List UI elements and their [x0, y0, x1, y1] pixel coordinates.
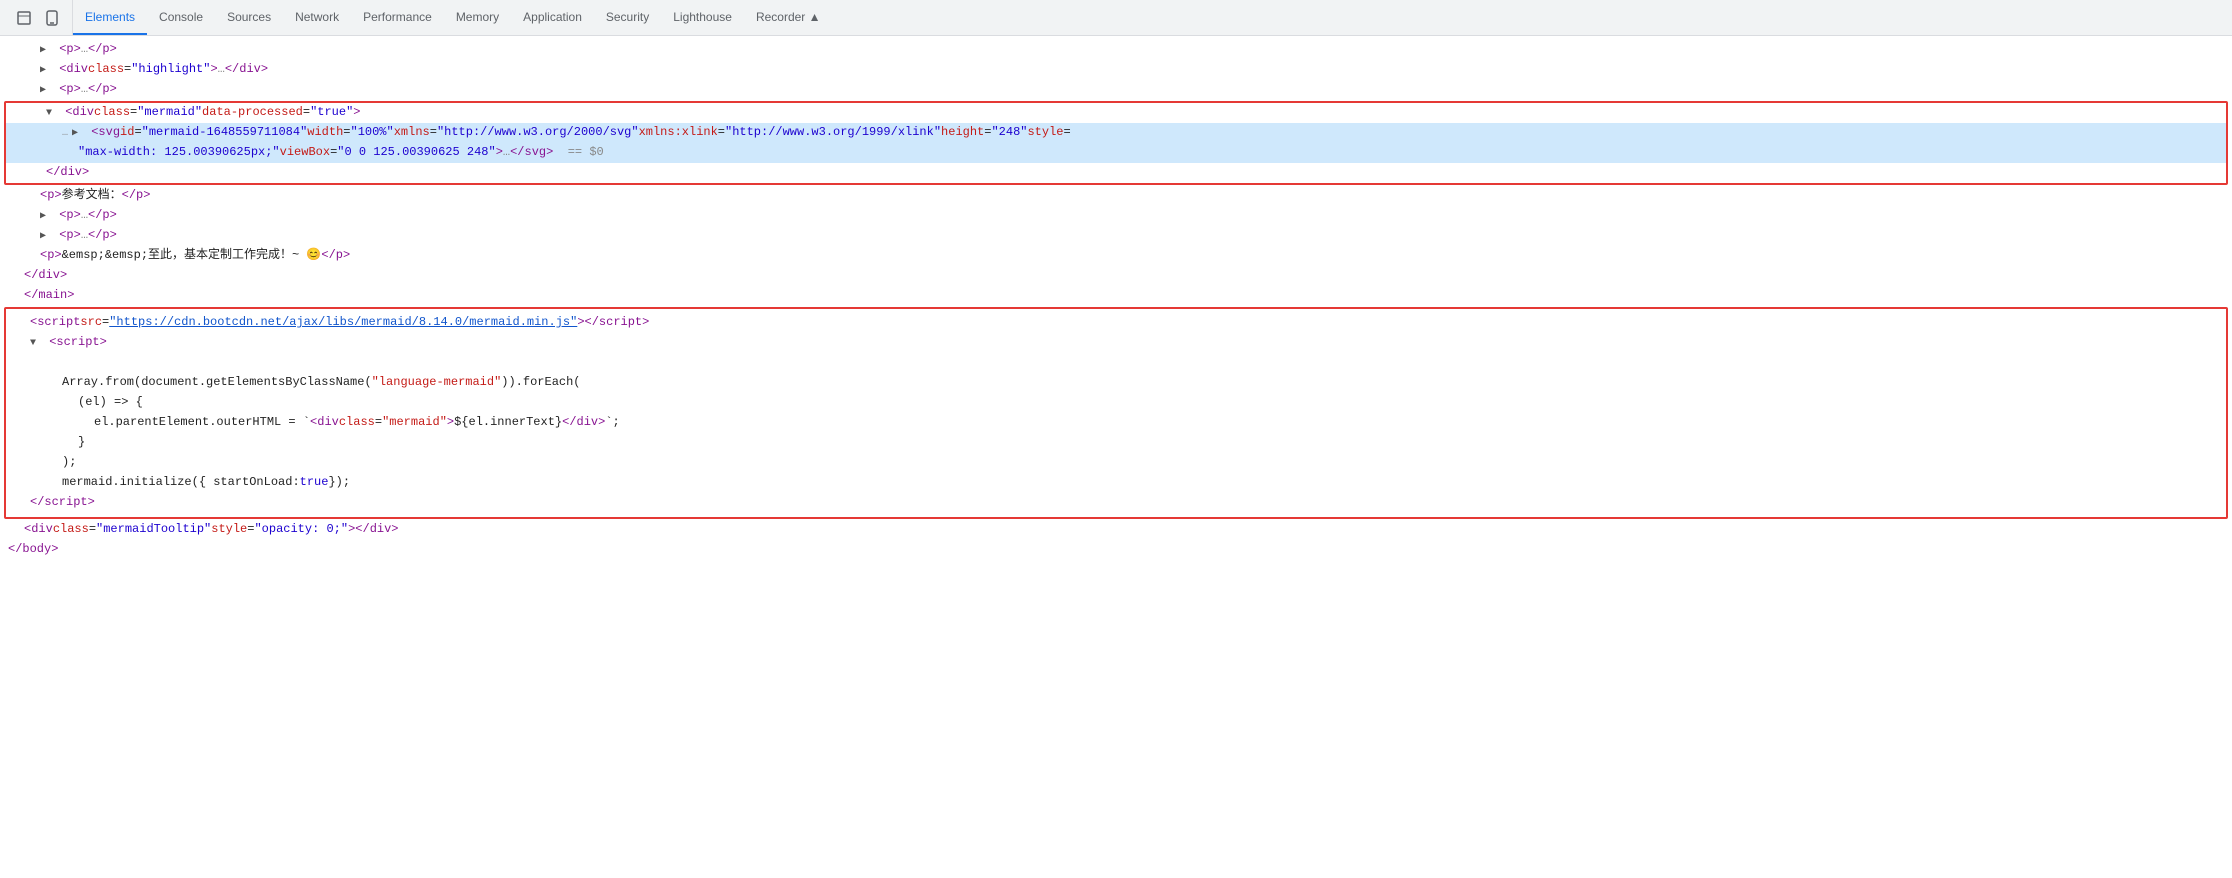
dom-line-emsp: <p>&emsp;&emsp;至此，基本定制工作完成！~ 😊</p>: [0, 246, 2232, 266]
dom-line-mermaid-close: </div>: [6, 163, 2226, 183]
expand-arrow[interactable]: [30, 336, 42, 352]
expand-arrow[interactable]: [40, 63, 52, 79]
dom-line-code2: (el) => {: [6, 393, 2226, 413]
tab-memory[interactable]: Memory: [444, 0, 511, 35]
tab-security[interactable]: Security: [594, 0, 661, 35]
dom-line-svg-cont: "max-width: 125.00390625px;" viewBox="0 …: [6, 143, 2226, 163]
dom-line-script-src: <script src="https://cdn.bootcdn.net/aja…: [6, 313, 2226, 333]
dom-line: <p>…</p>: [0, 40, 2232, 60]
expand-arrow[interactable]: [40, 229, 52, 245]
expand-arrow[interactable]: [72, 126, 84, 142]
red-box-mermaid: <div class="mermaid" data-processed="tru…: [4, 101, 2228, 185]
select-element-icon[interactable]: [12, 6, 36, 30]
dom-line: <div class="highlight">…</div>: [0, 60, 2232, 80]
tab-list: Elements Console Sources Network Perform…: [73, 0, 833, 35]
dom-line-code3: el.parentElement.outerHTML = `<div class…: [6, 413, 2226, 433]
dom-line-tooltip: <div class="mermaidTooltip" style="opaci…: [0, 520, 2232, 540]
devtools-tab-bar: Elements Console Sources Network Perform…: [0, 0, 2232, 36]
toolbar-icons: [4, 0, 73, 35]
dom-line-script-close: </script>: [6, 493, 2226, 513]
expand-arrow[interactable]: [40, 83, 52, 99]
dom-line-empty: [6, 353, 2226, 373]
dom-line-code1: Array.from(document.getElementsByClassNa…: [6, 373, 2226, 393]
tab-lighthouse[interactable]: Lighthouse: [661, 0, 744, 35]
dom-line-mermaid-open: <div class="mermaid" data-processed="tru…: [6, 103, 2226, 123]
tab-performance[interactable]: Performance: [351, 0, 444, 35]
dom-line-code6: mermaid.initialize({ startOnLoad: true }…: [6, 473, 2226, 493]
dom-line-script-open: <script>: [6, 333, 2226, 353]
dom-line-main-close: </main>: [0, 286, 2232, 306]
dom-line: <p>…</p>: [0, 206, 2232, 226]
dom-line-code4: }: [6, 433, 2226, 453]
dom-line-div-close: </div>: [0, 266, 2232, 286]
expand-arrow[interactable]: [40, 209, 52, 225]
dom-line-svg: … <svg id="mermaid-1648559711084" width=…: [6, 123, 2226, 143]
tab-elements[interactable]: Elements: [73, 0, 147, 35]
device-toolbar-icon[interactable]: [40, 6, 64, 30]
red-box-script: <script src="https://cdn.bootcdn.net/aja…: [4, 307, 2228, 519]
dom-line-p-ref: <p>参考文档：</p>: [0, 186, 2232, 206]
tab-application[interactable]: Application: [511, 0, 594, 35]
tab-network[interactable]: Network: [283, 0, 351, 35]
tab-console[interactable]: Console: [147, 0, 215, 35]
expand-arrow[interactable]: [46, 106, 58, 122]
dom-line: <p>…</p>: [0, 226, 2232, 246]
elements-panel: <p>…</p> <div class="highlight">…</div> …: [0, 36, 2232, 878]
tab-sources[interactable]: Sources: [215, 0, 283, 35]
dom-line-body-close: </body>: [0, 540, 2232, 560]
tab-recorder[interactable]: Recorder ▲: [744, 0, 833, 35]
expand-arrow[interactable]: [40, 43, 52, 59]
dom-line-code5: );: [6, 453, 2226, 473]
dom-line: <p>…</p>: [0, 80, 2232, 100]
